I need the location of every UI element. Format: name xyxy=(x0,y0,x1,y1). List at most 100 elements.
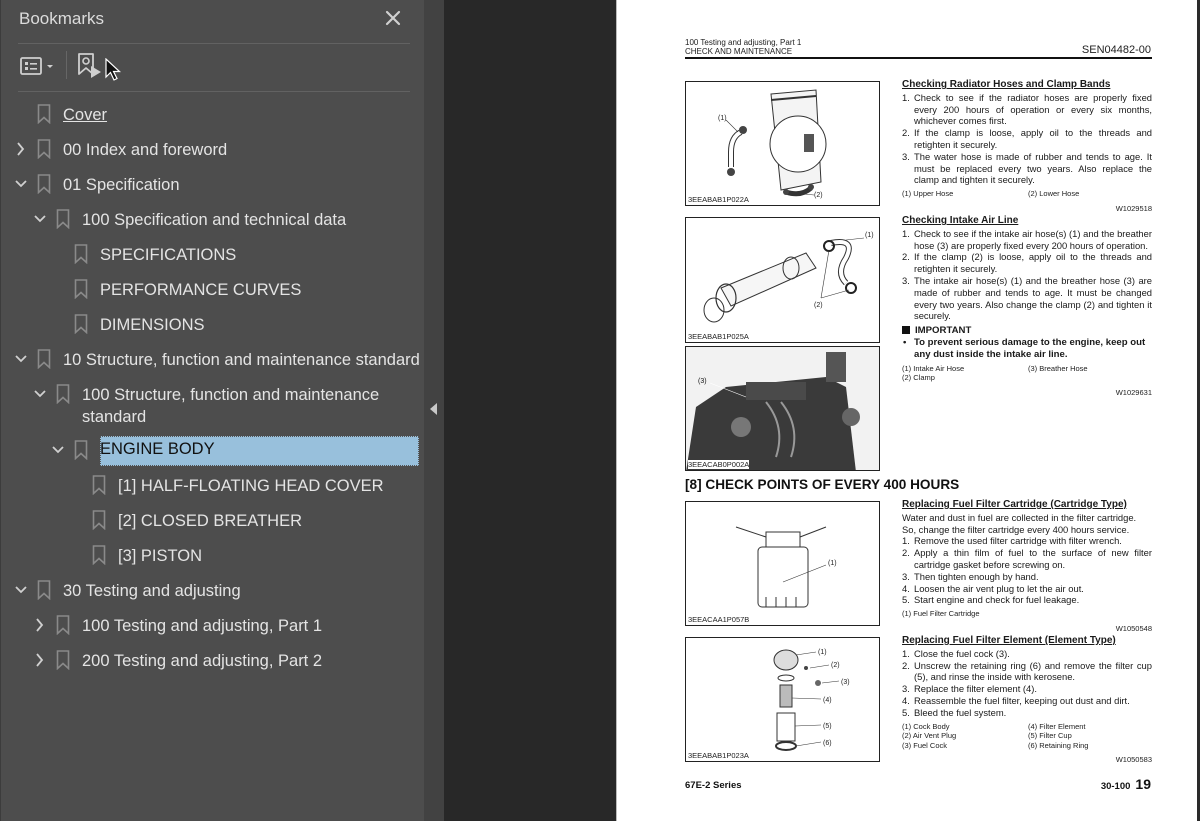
legend-entry: (3) Breather Hose xyxy=(1028,363,1088,373)
divider xyxy=(18,91,410,92)
bookmark-icon xyxy=(37,580,51,600)
step-item: 2. Apply a thin film of fuel to the surfa… xyxy=(902,547,1152,571)
bookmark-label[interactable]: [2] CLOSED BREATHER xyxy=(118,510,302,532)
reference-code: W1050548 xyxy=(1115,623,1152,633)
toolbar-separator xyxy=(66,51,67,79)
callout: (6) xyxy=(823,740,832,747)
bookmark-item[interactable]: [3] PISTON xyxy=(1,538,425,573)
chevron-down-icon[interactable] xyxy=(15,352,27,366)
bookmark-item[interactable]: DIMENSIONS xyxy=(1,307,425,342)
bookmark-label[interactable]: SPECIFICATIONS xyxy=(100,244,236,266)
bookmark-label[interactable]: 10 Structure, function and maintenance s… xyxy=(63,349,420,371)
step-number: 1. xyxy=(902,647,910,659)
callout: (2) xyxy=(814,192,823,199)
bookmark-item[interactable]: 00 Index and foreword xyxy=(1,132,425,167)
bookmark-item[interactable]: [2] CLOSED BREATHER xyxy=(1,503,425,538)
bookmark-item[interactable]: 100 Testing and adjusting, Part 1 xyxy=(1,608,425,643)
bookmark-item[interactable]: 10 Structure, function and maintenance s… xyxy=(1,342,425,377)
close-panel-button[interactable] xyxy=(384,9,402,27)
chevron-right-icon[interactable] xyxy=(34,653,46,667)
bookmark-item[interactable]: 30 Testing and adjusting xyxy=(1,573,425,608)
add-bookmark-button[interactable] xyxy=(77,52,103,80)
page-number: 19 xyxy=(1135,776,1151,792)
section-heading-400-hours: [8] CHECK POINTS OF EVERY 400 HOURS xyxy=(685,477,960,492)
bookmark-item[interactable]: PERFORMANCE CURVES xyxy=(1,272,425,307)
step-number: 3. xyxy=(902,570,910,582)
step-item: 3. Replace the filter element (4). xyxy=(902,683,1152,695)
figure-intake-air-line: (1) (2) 3EEABAB1P025A xyxy=(685,217,880,343)
bookmark-item[interactable]: ENGINE BODY xyxy=(1,433,425,468)
bookmark-icon xyxy=(56,209,70,229)
step-item: 5. Start engine and check for fuel leakag… xyxy=(902,594,1152,606)
chevron-down-icon[interactable] xyxy=(52,443,64,457)
step-text: Bleed the fuel system. xyxy=(914,706,1007,718)
important-note: • To prevent serious damage to the engine… xyxy=(902,337,1152,361)
important-label: IMPORTANT xyxy=(902,325,1152,337)
steps-list: 1. Close the fuel cock (3). 2. Unscrew the … xyxy=(902,648,1152,719)
bookmark-label[interactable]: [3] PISTON xyxy=(118,545,202,567)
bookmark-label[interactable]: 30 Testing and adjusting xyxy=(63,580,241,602)
bookmark-label[interactable]: 100 Specification and technical data xyxy=(82,209,346,231)
bookmark-item[interactable]: 01 Specification xyxy=(1,167,425,202)
step-number: 5. xyxy=(902,706,910,718)
bookmark-label[interactable]: 100 Structure, function and maintenance … xyxy=(82,384,382,428)
bookmarks-panel: Bookmarks Cover 00 Index and foreword 01… xyxy=(0,0,424,821)
bookmark-label[interactable]: 00 Index and foreword xyxy=(63,139,227,161)
bookmark-item[interactable]: 100 Structure, function and maintenance … xyxy=(1,377,425,433)
legend-entry: (1) Fuel Filter Cartridge xyxy=(902,609,980,619)
chevron-down-icon[interactable] xyxy=(34,387,46,401)
chevron-right-icon[interactable] xyxy=(34,618,46,632)
bookmark-label[interactable]: Cover xyxy=(63,104,107,126)
step-text: If the clamp is loose, apply oil to the … xyxy=(914,127,1152,150)
bookmark-options-button[interactable] xyxy=(19,55,59,79)
bookmark-item[interactable]: SPECIFICATIONS xyxy=(1,237,425,272)
chevron-right-icon[interactable] xyxy=(15,142,27,156)
legend-entry xyxy=(1028,609,1152,619)
bookmark-label[interactable]: ENGINE BODY xyxy=(100,436,419,466)
reference-code: W1029631 xyxy=(1115,387,1152,397)
important-label-text: IMPORTANT xyxy=(915,325,972,337)
step-text: Unscrew the retaining ring (6) and remov… xyxy=(914,659,1152,683)
bookmark-label[interactable]: 100 Testing and adjusting, Part 1 xyxy=(82,615,322,637)
footer-page-number: 30-100 19 xyxy=(1101,776,1151,792)
bookmark-item[interactable]: 100 Specification and technical data xyxy=(1,202,425,237)
figure-caption: 3EEACAB0P002A xyxy=(688,460,750,469)
callout: (2) xyxy=(814,302,823,309)
step-text: The intake air hose(s) (1) and the breat… xyxy=(914,274,1152,322)
panel-splitter[interactable] xyxy=(424,0,444,821)
bookmark-item[interactable]: [1] HALF-FLOATING HEAD COVER xyxy=(1,468,425,503)
parts-legend: (1) Intake Air Hose (3) Breather Hose (2) … xyxy=(902,364,1152,383)
parts-legend: (1) Upper Hose (2) Lower Hose xyxy=(902,189,1152,199)
bookmark-icon xyxy=(74,244,88,264)
legend-entry: (1) Upper Hose xyxy=(902,189,954,199)
bookmark-label[interactable]: PERFORMANCE CURVES xyxy=(100,279,301,301)
bookmark-label[interactable]: DIMENSIONS xyxy=(100,314,205,336)
step-number: 1. xyxy=(902,535,910,547)
callout: (1) xyxy=(865,232,874,239)
footer-series: 67E-2 Series xyxy=(685,780,742,791)
collapse-panel-icon[interactable] xyxy=(430,403,438,415)
step-text: Check to see if the intake air hose(s) (… xyxy=(914,227,1152,251)
legend-entry: (1) Intake Air Hose xyxy=(902,363,965,373)
figure-caption: 3EEABAB1P023A xyxy=(688,751,749,760)
bookmarks-header: Bookmarks xyxy=(1,0,425,44)
steps-list: 1. Remove the used filter cartridge with … xyxy=(902,535,1152,606)
bookmark-item[interactable]: 200 Testing and adjusting, Part 2 xyxy=(1,643,425,678)
bookmark-label[interactable]: [1] HALF-FLOATING HEAD COVER xyxy=(118,475,384,497)
bookmark-item[interactable]: Cover xyxy=(1,97,425,132)
figure-caption: 3EEABAB1P025A xyxy=(688,332,749,341)
step-text: The water hose is made of rubber and ten… xyxy=(914,150,1152,186)
chevron-down-icon[interactable] xyxy=(34,212,46,226)
chevron-down-icon[interactable] xyxy=(15,583,27,597)
callout: (5) xyxy=(823,723,832,730)
legend-entry: (1) Cock Body xyxy=(902,721,950,731)
bookmark-icon xyxy=(74,440,88,460)
chevron-down-icon[interactable] xyxy=(15,177,27,191)
legend-entry: (2) Clamp xyxy=(902,373,935,383)
callout: (1) xyxy=(818,649,827,656)
bookmark-label[interactable]: 01 Specification xyxy=(63,174,180,196)
header-doc-id: SEN04482-00 xyxy=(1081,44,1151,56)
bookmark-label[interactable]: 200 Testing and adjusting, Part 2 xyxy=(82,650,322,672)
callout: (1) xyxy=(718,115,727,122)
bookmark-icon xyxy=(37,139,51,159)
